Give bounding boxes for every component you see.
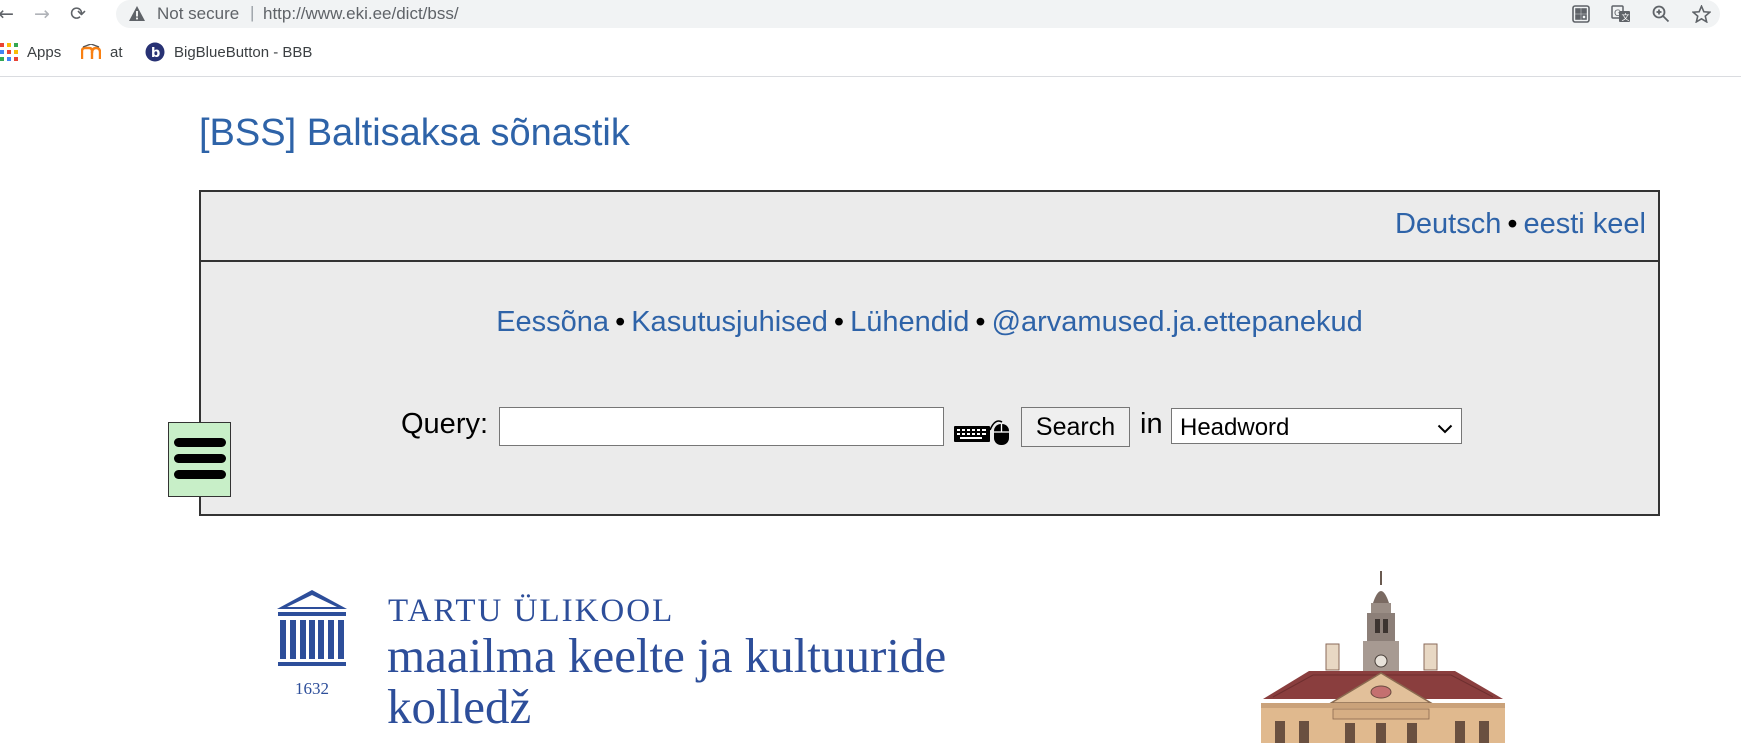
link-luhendid[interactable]: Lühendid bbox=[850, 306, 969, 338]
college-name-line1: maailma keelte ja kultuuride bbox=[387, 628, 947, 683]
link-feedback[interactable]: @arvamused.ja.ettepanekud bbox=[992, 306, 1363, 338]
college-name-line2: kolledž bbox=[387, 679, 532, 734]
college-name: maailma keelte ja kultuuride kolledž bbox=[387, 630, 946, 732]
forward-arrow-icon[interactable]: → bbox=[30, 2, 54, 26]
security-status[interactable]: Not secure bbox=[157, 4, 239, 24]
bigbluebutton-icon: b bbox=[145, 42, 165, 62]
search-field-value: Headword bbox=[1180, 414, 1290, 441]
virtual-keyboard-icon[interactable] bbox=[953, 416, 1011, 451]
seal-year: 1632 bbox=[295, 679, 329, 698]
university-name: TARTU ÜLIKOOL bbox=[388, 593, 675, 629]
university-seal-icon[interactable]: 1632 bbox=[276, 588, 348, 705]
link-eessona[interactable]: Eessõna bbox=[496, 306, 609, 338]
bookmark-apps[interactable]: Apps bbox=[0, 42, 61, 62]
query-label: Query: bbox=[401, 408, 489, 440]
bookmark-star-icon[interactable] bbox=[1691, 4, 1711, 24]
college-building-illustration-icon bbox=[1213, 569, 1543, 748]
url-separator: | bbox=[250, 3, 255, 22]
apps-grid-icon bbox=[0, 43, 18, 61]
warning-triangle-icon bbox=[128, 5, 146, 27]
bookmark-label: at bbox=[110, 43, 123, 61]
url-text[interactable]: http://www.eki.ee/dict/bss/ bbox=[263, 4, 459, 24]
browser-toolbar: ← → ⟳ Not secure | http://www.eki.ee/dic… bbox=[0, 0, 1741, 28]
bookmark-label: BigBlueButton - BBB bbox=[174, 43, 313, 61]
language-links: Deutsch • eesti keel bbox=[1395, 208, 1646, 241]
svg-text:文: 文 bbox=[1622, 12, 1630, 22]
link-separator: • bbox=[833, 306, 845, 338]
link-separator: • bbox=[615, 306, 626, 338]
back-arrow-icon[interactable]: ← bbox=[0, 2, 18, 26]
qr-code-icon[interactable] bbox=[1571, 4, 1591, 24]
bookmark-at[interactable]: at bbox=[81, 42, 123, 62]
query-input[interactable] bbox=[499, 407, 944, 446]
info-links: Eessõna • Kasutusjuhised • Lühendid • @arvamus… bbox=[201, 306, 1658, 339]
page-title: [BSS] Baltisaksa sõnastik bbox=[199, 112, 630, 154]
bookmark-bigbluebutton[interactable]: b BigBlueButton - BBB bbox=[145, 42, 312, 62]
dictionary-panel: Deutsch • eesti keel Eessõna • Kasutusjuhise… bbox=[199, 190, 1660, 516]
link-separator: • bbox=[1507, 208, 1518, 240]
search-field-select[interactable]: Headword bbox=[1171, 408, 1462, 444]
link-separator: • bbox=[975, 306, 986, 338]
search-in-label: in bbox=[1140, 408, 1163, 440]
bookmark-label: Apps bbox=[27, 43, 62, 61]
address-bar[interactable]: Not secure | http://www.eki.ee/dict/bss/… bbox=[116, 0, 1720, 28]
link-kasutusjuhised[interactable]: Kasutusjuhised bbox=[631, 306, 828, 338]
language-link-deutsch[interactable]: Deutsch bbox=[1395, 208, 1501, 240]
reload-icon[interactable]: ⟳ bbox=[66, 2, 90, 26]
translate-icon[interactable]: G文 bbox=[1611, 4, 1631, 24]
language-bar: Deutsch • eesti keel bbox=[201, 192, 1658, 262]
language-link-eesti[interactable]: eesti keel bbox=[1523, 208, 1646, 240]
hamburger-menu-icon[interactable] bbox=[168, 422, 231, 497]
svg-text:b: b bbox=[151, 46, 160, 61]
bookmarks-bar: Apps at b BigBlueButton - BBB bbox=[0, 28, 1741, 77]
chevron-down-icon bbox=[1437, 421, 1453, 439]
zoom-icon[interactable] bbox=[1651, 4, 1671, 24]
moodle-icon bbox=[81, 44, 101, 60]
search-button[interactable]: Search bbox=[1021, 407, 1130, 447]
